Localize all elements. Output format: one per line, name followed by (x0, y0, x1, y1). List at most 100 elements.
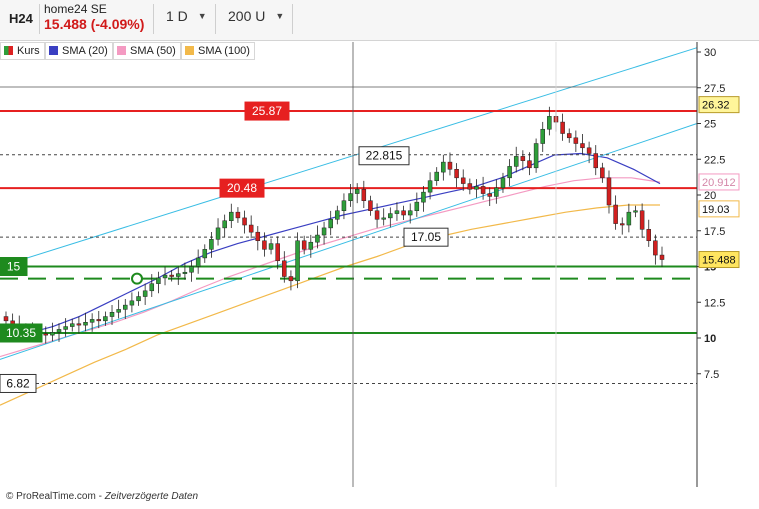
level-label-6-82: 6.82 (6, 376, 30, 390)
candle-body (103, 316, 108, 322)
candle-body (494, 187, 499, 197)
candle-body (295, 240, 300, 282)
candle-body (368, 200, 373, 211)
axis-badge: 15.488 (702, 255, 736, 267)
candle-body (262, 240, 267, 250)
candle-body (202, 249, 208, 259)
candle-body (248, 224, 254, 233)
candle-body (348, 193, 353, 201)
candle-body (56, 329, 62, 333)
candle-body (507, 166, 512, 179)
candle-body (361, 189, 367, 201)
candle-body (50, 332, 55, 336)
y-tick-label: 30 (704, 47, 716, 59)
candle-body (613, 204, 618, 224)
candle-body (646, 229, 651, 242)
axis-badge: 20.912 (702, 177, 736, 189)
candle-body (401, 210, 406, 216)
sma-20-line (0, 152, 661, 339)
candle-body (222, 220, 227, 229)
candle-body (388, 213, 393, 219)
candle-body (547, 116, 552, 130)
candle-body (460, 177, 466, 184)
candle-body (633, 210, 638, 213)
candle-body (176, 273, 181, 277)
candle-body (560, 121, 565, 134)
level-handle (131, 272, 143, 285)
candle-body (215, 227, 221, 240)
candle-body (354, 189, 360, 194)
y-tick-label: 7.5 (704, 369, 719, 381)
candle-body (156, 277, 161, 284)
candle-body (480, 186, 486, 194)
candle-body (573, 137, 579, 144)
candle-body (600, 167, 605, 179)
candle-body (189, 266, 194, 273)
candle-body (427, 180, 433, 193)
candle-body (235, 211, 241, 219)
candlesticks (3, 106, 665, 344)
candle-body (500, 177, 506, 189)
candle-body (414, 201, 420, 211)
candle-body (182, 271, 188, 274)
candle-body (540, 128, 545, 144)
candle-body (441, 161, 446, 173)
candle-body (580, 143, 585, 149)
candle-body (315, 234, 320, 243)
candle-body (149, 283, 155, 292)
axis-badge: 19.03 (702, 204, 730, 216)
candle-body (467, 183, 473, 190)
level-label-22-815: 22.815 (366, 149, 403, 163)
y-tick-label: 17.5 (704, 226, 725, 238)
candle-body (606, 177, 612, 206)
candle-body (209, 239, 214, 250)
candle-body (639, 210, 645, 230)
source-text: © ProRealTime.com (6, 491, 96, 502)
candle-body (619, 223, 625, 226)
footer: © ProRealTime.com - Zeitverzögerte Daten (6, 491, 199, 502)
candle-body (533, 143, 539, 169)
candle-body (335, 210, 340, 220)
candle-body (374, 210, 380, 220)
candle-body (301, 240, 307, 250)
level-label-20-48: 20.48 (227, 181, 257, 195)
candle-body (321, 227, 327, 236)
candle-body (566, 133, 572, 139)
candle-body (520, 156, 526, 161)
candle-body (454, 169, 459, 179)
candle-body (381, 217, 386, 220)
candle-body (242, 217, 247, 226)
candle-body (96, 319, 102, 322)
candle-body (116, 309, 121, 313)
trend-channel (0, 47, 698, 360)
candle-body (255, 231, 261, 242)
y-tick-label: 20 (704, 190, 716, 202)
candle-body (421, 191, 426, 203)
y-tick-label: 12.5 (704, 297, 725, 309)
candle-body (123, 304, 128, 310)
candle-body (142, 290, 148, 297)
candle-body (63, 326, 68, 330)
level-label-25-87: 25.87 (252, 104, 282, 118)
candle-body (282, 260, 287, 277)
y-tick-label: 10 (704, 333, 716, 345)
price-axis: 30 27.5 25 22.5 20 17.5 15 12.5 10 7.5 26.32 20.912… (0, 42, 740, 487)
axis-badge: 26.32 (702, 100, 730, 112)
candle-body (3, 316, 9, 322)
candle-body (109, 312, 115, 317)
level-label-17-05: 17.05 (411, 230, 441, 244)
candle-body (328, 219, 333, 229)
candle-body (626, 211, 632, 226)
price-chart[interactable]: 25.87 20.48 22.815 17.05 15 10.35 6.82 30 27.5 2… (0, 0, 759, 509)
candle-body (407, 210, 413, 216)
channel-upper-line (0, 47, 698, 267)
candle-body (129, 300, 135, 306)
candle-body (527, 160, 532, 169)
candle-body (268, 243, 274, 250)
candle-body (70, 323, 75, 327)
delay-note: Zeitverzögerte Daten (104, 491, 199, 502)
candle-body (195, 257, 201, 267)
candle-body (169, 274, 174, 277)
candle-body (341, 200, 347, 211)
channel-lower-line (0, 123, 698, 360)
